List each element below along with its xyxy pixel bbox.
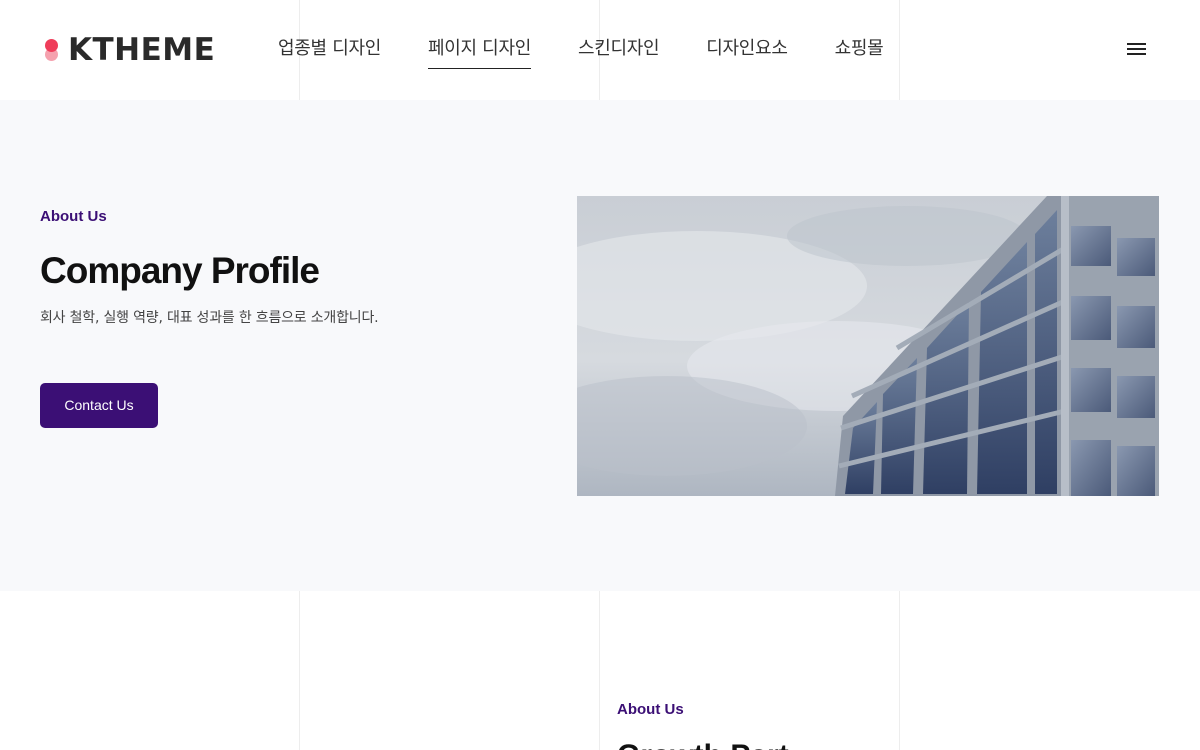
hero-description: 회사 철학, 실행 역량, 대표 성과를 한 흐름으로 소개합니다. [40,310,379,326]
site-header: KTHEME 업종별 디자인 페이지 디자인 스킨디자인 디자인요소 쇼핑몰 [0,0,1200,100]
nav-item-industry-design[interactable]: 업종별 디자인 [278,36,381,69]
nav-item-page-design[interactable]: 페이지 디자인 [427,36,531,69]
hero-eyebrow: About Us [40,208,107,225]
office-building-photo [577,196,1159,496]
nav-item-design-elements[interactable]: 디자인요소 [706,36,788,69]
hamburger-menu-icon[interactable] [1127,42,1147,57]
hero-section: About Us Company Profile 회사 철학, 실행 역량, 대… [0,100,1200,591]
page-title: Company Profile [40,250,320,291]
section-eyebrow: About Us [617,701,684,718]
nav-item-shopping-mall[interactable]: 쇼핑몰 [835,36,884,69]
logo-mark-icon [44,37,60,63]
contact-us-button[interactable]: Contact Us [40,383,158,428]
brand-logo[interactable]: KTHEME [44,33,215,67]
nav-item-skin-design[interactable]: 스킨디자인 [578,36,660,69]
section-title: Growth Part [617,736,789,750]
brand-name: KTHEME [68,32,216,68]
main-nav: 업종별 디자인 페이지 디자인 스킨디자인 디자인요소 쇼핑몰 [278,36,884,69]
